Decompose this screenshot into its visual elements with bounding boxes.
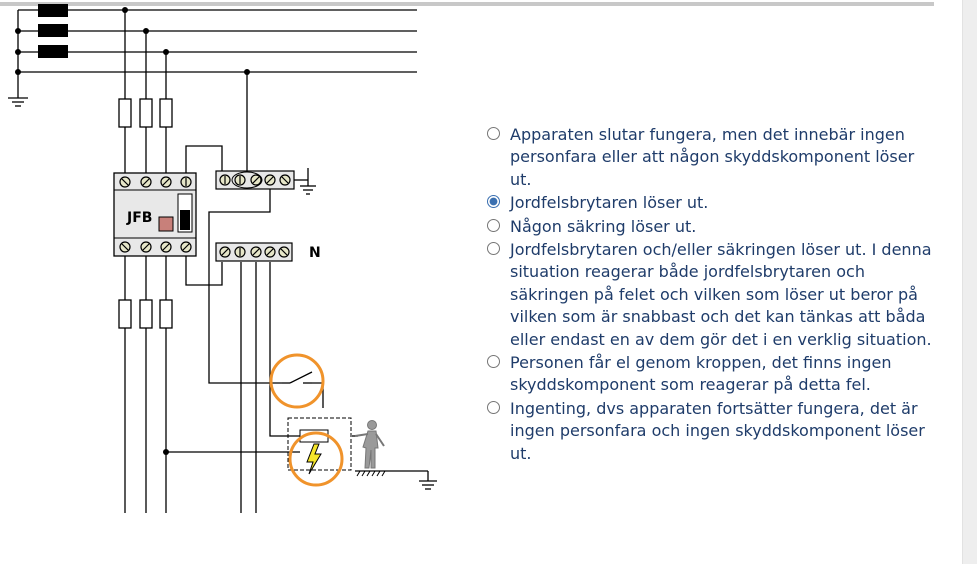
answer-radio-6[interactable]	[487, 400, 500, 414]
answer-option-6[interactable]: Ingenting, dvs apparaten fortsätter fung…	[486, 398, 936, 465]
answer-option-1[interactable]: Apparaten slutar fungera, men det innebä…	[486, 124, 936, 191]
person-icon	[354, 420, 385, 469]
circuit-diagram: JFB N	[8, 4, 437, 513]
answer-radio-2[interactable]	[487, 195, 500, 209]
answer-option-3[interactable]: Någon säkring löser ut.	[486, 216, 936, 238]
answer-label-4: Jordfelsbrytaren och/eller säkringen lös…	[510, 240, 932, 349]
answer-option-4[interactable]: Jordfelsbrytaren och/eller säkringen lös…	[486, 239, 936, 351]
answer-radio-3[interactable]	[487, 218, 500, 232]
answer-label-6: Ingenting, dvs apparaten fortsätter fung…	[510, 398, 925, 463]
neutral-label: N	[309, 245, 321, 261]
answer-label-3: Någon säkring löser ut.	[510, 216, 697, 236]
answer-option-5[interactable]: Personen får el genom kroppen, det finns…	[486, 352, 936, 397]
answer-option-2[interactable]: Jordfelsbrytaren löser ut.	[486, 192, 936, 214]
answer-options: Apparaten slutar fungera, men det innebä…	[486, 124, 936, 466]
answer-radio-5[interactable]	[487, 355, 500, 369]
answer-radio-1[interactable]	[487, 127, 500, 140]
jfb-label: JFB	[126, 210, 152, 226]
answer-radio-4[interactable]	[487, 242, 500, 256]
scrollbar[interactable]	[962, 0, 977, 564]
answer-label-5: Personen får el genom kroppen, det finns…	[510, 353, 892, 395]
switch-highlight-circle	[269, 353, 325, 409]
answer-label-1: Apparaten slutar fungera, men det innebä…	[510, 125, 915, 189]
answer-label-2: Jordfelsbrytaren löser ut.	[510, 193, 709, 213]
